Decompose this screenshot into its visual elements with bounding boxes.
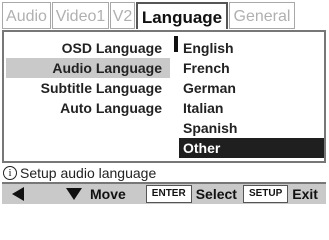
left-arrow-icon bbox=[12, 187, 24, 201]
option-german[interactable]: German bbox=[179, 78, 324, 98]
cursor-bar bbox=[174, 36, 178, 52]
exit-label: Exit bbox=[292, 186, 318, 202]
tab-language[interactable]: Language bbox=[136, 2, 228, 29]
enter-key: ENTER bbox=[145, 185, 192, 203]
info-text: Setup audio language bbox=[20, 165, 157, 181]
setting-auto-language[interactable]: Auto Language bbox=[6, 98, 170, 118]
info-line: i Setup audio language bbox=[2, 163, 326, 183]
option-english[interactable]: English bbox=[179, 38, 324, 58]
move-label: Move bbox=[90, 186, 126, 202]
down-arrow-icon bbox=[66, 188, 82, 200]
tab-audio[interactable]: Audio bbox=[2, 2, 51, 29]
tab-general[interactable]: General bbox=[229, 2, 295, 29]
tab-video1[interactable]: Video1 bbox=[52, 2, 109, 29]
option-other[interactable]: Other bbox=[179, 138, 324, 158]
setup-menu: Audio Video1 V2 General Language OSD Lan… bbox=[2, 1, 326, 204]
options-list: English French German Italian Spanish Ot… bbox=[179, 38, 324, 158]
info-icon: i bbox=[3, 166, 17, 180]
tab-v2[interactable]: V2 bbox=[110, 2, 135, 29]
option-spanish[interactable]: Spanish bbox=[179, 118, 324, 138]
settings-list: OSD Language Audio Language Subtitle Lan… bbox=[6, 38, 170, 118]
setup-key: SETUP bbox=[242, 185, 289, 203]
tab-bar: Audio Video1 V2 General Language bbox=[2, 1, 326, 31]
option-italian[interactable]: Italian bbox=[179, 98, 324, 118]
select-label: Select bbox=[195, 186, 237, 202]
setting-audio-language[interactable]: Audio Language bbox=[6, 58, 170, 78]
setting-subtitle-language[interactable]: Subtitle Language bbox=[6, 78, 170, 98]
setting-osd-language[interactable]: OSD Language bbox=[6, 38, 170, 58]
option-french[interactable]: French bbox=[179, 58, 324, 78]
control-bar: Move ENTER Select SETUP Exit bbox=[2, 182, 326, 204]
language-panel: OSD Language Audio Language Subtitle Lan… bbox=[2, 30, 326, 163]
